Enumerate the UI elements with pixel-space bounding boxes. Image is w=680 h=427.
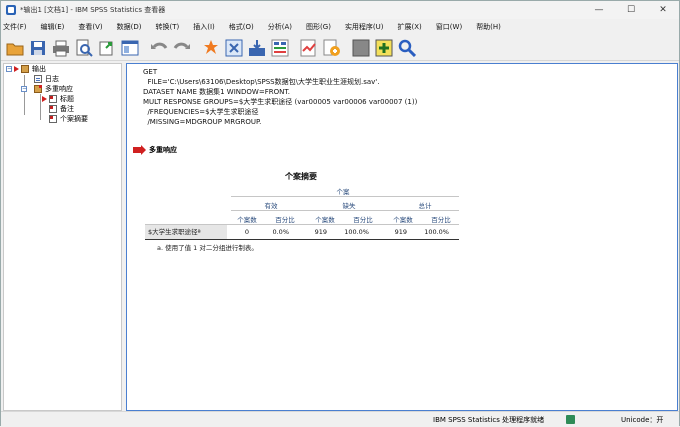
open-folder-icon[interactable]: [5, 38, 25, 58]
cell-missing-n: 919: [314, 228, 327, 236]
syntax-log: GET FILE='C:\Users\63106\Desktop\SPSS数据包…: [143, 68, 418, 126]
outline-proc-label: 多重响应: [45, 85, 73, 93]
unicode-status: Unicode：开: [621, 416, 664, 424]
outline-log[interactable]: 日志: [34, 74, 59, 84]
menu-window[interactable]: 窗口(W): [436, 22, 462, 32]
outline-root-label: 输出: [32, 65, 46, 73]
collapse-proc-icon[interactable]: −: [21, 86, 27, 92]
menu-insert[interactable]: 插入(I): [193, 22, 215, 32]
outline-log-label: 日志: [45, 75, 59, 83]
minimize-button[interactable]: —: [583, 1, 615, 19]
title-item-icon: [49, 95, 57, 103]
menu-file[interactable]: 文件(F): [3, 22, 27, 32]
toolbar: [1, 35, 679, 61]
menu-edit[interactable]: 编辑(E): [41, 22, 65, 32]
tree-connector: [40, 94, 41, 120]
notes-item-icon: [49, 105, 57, 113]
menu-bar: 文件(F) 编辑(E) 查看(V) 数据(D) 转换(T) 插入(I) 格式(O…: [1, 19, 679, 35]
tree-connector: [24, 75, 25, 115]
status-bar: IBM SPSS Statistics 处理程序就绪 Unicode：开: [1, 411, 679, 427]
outline-proc[interactable]: 多重响应: [34, 84, 73, 94]
close-button[interactable]: ✕: [647, 1, 679, 19]
subheader-pct: 百分比: [275, 216, 295, 224]
table-bottom-rule: [145, 239, 459, 240]
maximize-button[interactable]: ☐: [615, 1, 647, 19]
table-item-icon: [49, 115, 57, 123]
export-icon[interactable]: [97, 38, 117, 58]
outline-child-label: 备注: [60, 105, 74, 113]
search-icon[interactable]: [397, 38, 417, 58]
current-item-arrow-icon: [42, 96, 47, 102]
outline-root[interactable]: 输出: [14, 64, 46, 74]
menu-graphs[interactable]: 图形(G): [306, 22, 331, 32]
outline-child-label: 标题: [60, 95, 74, 103]
insert-new-icon[interactable]: [374, 38, 394, 58]
goto-variable-icon[interactable]: [247, 38, 267, 58]
menu-transform[interactable]: 转换(T): [156, 22, 180, 32]
recall-dialog-icon[interactable]: [120, 38, 140, 58]
group-missing: 缺失: [342, 202, 356, 210]
variables-icon[interactable]: [270, 38, 290, 58]
log-doc-icon: [34, 75, 42, 83]
outline-child-notes[interactable]: 备注: [49, 104, 74, 114]
proc-book-icon: [34, 85, 42, 93]
header-rule: [231, 196, 459, 197]
print-icon[interactable]: [51, 38, 71, 58]
cell-missing-pct: 100.0%: [344, 228, 369, 236]
table-footnote: a. 使用了值 1 对二分组进行制表。: [157, 244, 258, 252]
group-total: 总计: [418, 202, 432, 210]
group-header: 个案: [336, 188, 350, 196]
table-title: 个案摘要: [285, 172, 317, 181]
spss-app-icon: [6, 5, 16, 15]
subheader-pct: 百分比: [431, 216, 451, 224]
processor-status: IBM SPSS Statistics 处理程序就绪: [433, 416, 545, 424]
cell-valid-n: 0: [244, 228, 249, 236]
section-header[interactable]: 多重响应: [133, 145, 177, 155]
menu-view[interactable]: 查看(V): [78, 22, 102, 32]
outline-pane: − 输出 日志 − 多重响应 标题 备注 个案摘要: [3, 63, 122, 411]
subheader-pct: 百分比: [353, 216, 373, 224]
menu-help[interactable]: 帮助(H): [476, 22, 501, 32]
window-controls: — ☐ ✕: [583, 1, 679, 19]
cell-total-n: 919: [394, 228, 407, 236]
header-rule: [231, 210, 459, 211]
menu-extensions[interactable]: 扩展(X): [398, 22, 422, 32]
goto-data-icon[interactable]: [201, 38, 221, 58]
outline-child-case-summary[interactable]: 个案摘要: [49, 114, 88, 124]
output-book-icon: [21, 65, 29, 73]
redo-icon[interactable]: [172, 38, 192, 58]
create-chart-icon[interactable]: [299, 38, 319, 58]
processor-ready-icon: [566, 415, 575, 424]
undo-icon[interactable]: [149, 38, 169, 58]
goto-case-icon[interactable]: [224, 38, 244, 58]
title-bar: *输出1 [文档1] - IBM SPSS Statistics 查看器 — ☐…: [1, 1, 679, 19]
menu-data[interactable]: 数据(D): [117, 22, 142, 32]
subheader-n: 个案数: [237, 216, 257, 224]
spss-viewer-window: *输出1 [文档1] - IBM SPSS Statistics 查看器 — ☐…: [0, 0, 680, 427]
save-icon[interactable]: [28, 38, 48, 58]
current-item-arrow-icon: [14, 66, 19, 72]
menu-utilities[interactable]: 实用程序(U): [345, 22, 384, 32]
hide-icon[interactable]: [351, 38, 371, 58]
section-arrow-icon: [133, 145, 146, 155]
section-title: 多重响应: [149, 146, 177, 154]
subheader-n: 个案数: [315, 216, 335, 224]
group-valid: 有效: [264, 202, 278, 210]
subheader-n: 个案数: [393, 216, 413, 224]
outline-child-title[interactable]: 标题: [42, 94, 74, 104]
print-preview-icon[interactable]: [74, 38, 94, 58]
select-output-icon[interactable]: [322, 38, 342, 58]
menu-format[interactable]: 格式(O): [229, 22, 254, 32]
window-title: *输出1 [文档1] - IBM SPSS Statistics 查看器: [20, 6, 166, 14]
collapse-output-icon[interactable]: −: [6, 66, 12, 72]
menu-analyze[interactable]: 分析(A): [268, 22, 292, 32]
outline-child-label: 个案摘要: [60, 115, 88, 123]
cell-total-pct: 100.0%: [424, 228, 449, 236]
output-pane: GET FILE='C:\Users\63106\Desktop\SPSS数据包…: [126, 63, 678, 411]
row-label: $大学生求职途径ª: [145, 225, 227, 239]
cell-valid-pct: 0.0%: [272, 228, 289, 236]
